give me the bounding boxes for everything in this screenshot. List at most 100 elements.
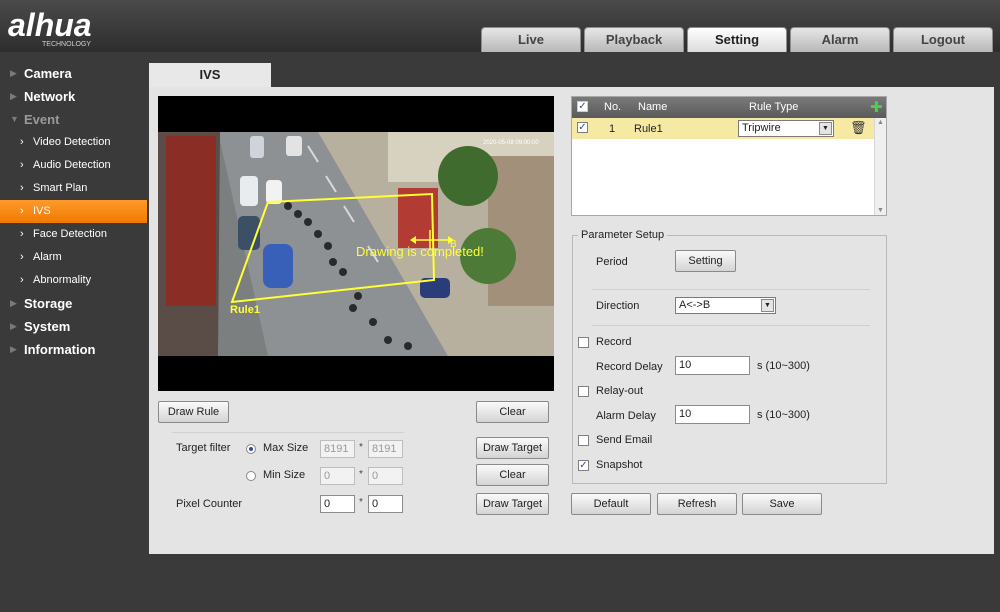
sidebar-item-system[interactable]: ▶ System: [0, 315, 148, 338]
rule-overlay-label: Rule1: [230, 304, 260, 316]
tab-alarm[interactable]: Alarm: [790, 27, 890, 52]
chevron-right-icon: ›: [20, 274, 24, 286]
add-rule-icon[interactable]: ✚: [870, 98, 883, 116]
sidebar-item-smart-plan[interactable]: › Smart Plan: [0, 177, 148, 200]
alarm-delay-label: Alarm Delay: [596, 410, 656, 422]
draw-rule-button[interactable]: Draw Rule: [158, 401, 229, 423]
record-delay-input[interactable]: 10: [675, 356, 750, 375]
select-all-checkbox[interactable]: ✓: [577, 101, 588, 112]
sidebar-item-audio-detection[interactable]: › Audio Detection: [0, 154, 148, 177]
scroll-down-icon[interactable]: ▼: [877, 207, 884, 214]
rule-table-scrollbar[interactable]: ▲ ▼: [874, 118, 886, 215]
table-row[interactable]: ✓ 1 Rule1 Tripwire ▼ 🗑: [572, 118, 874, 139]
svg-text:2020-05-08 09:00:00: 2020-05-08 09:00:00: [483, 140, 539, 146]
save-button[interactable]: Save: [742, 493, 822, 515]
triangle-right-icon: ▶: [10, 321, 17, 331]
page-tab-ivs[interactable]: IVS: [149, 63, 271, 87]
send-email-checkbox[interactable]: [578, 435, 589, 446]
sidebar-item-abnormality[interactable]: › Abnormality: [0, 269, 148, 292]
clear-rule-button[interactable]: Clear: [476, 401, 549, 423]
alarm-delay-range: s (10~300): [757, 409, 810, 421]
target-filter-label: Target filter: [176, 442, 231, 454]
multiply-sign: *: [359, 442, 363, 453]
pixel-counter-label: Pixel Counter: [176, 498, 243, 510]
direction-select[interactable]: A<->B ▼: [675, 297, 776, 314]
rule-row-checkbox[interactable]: ✓: [577, 122, 588, 133]
record-delay-label: Record Delay: [596, 361, 663, 373]
sidebar-item-face-detection[interactable]: › Face Detection: [0, 223, 148, 246]
draw-target-max-button[interactable]: Draw Target: [476, 437, 549, 459]
alarm-delay-input[interactable]: 10: [675, 405, 750, 424]
period-label: Period: [596, 256, 628, 268]
period-setting-button[interactable]: Setting: [675, 250, 736, 272]
chevron-right-icon: ›: [20, 205, 24, 217]
trash-icon[interactable]: 🗑: [850, 120, 867, 136]
relay-out-label: Relay-out: [596, 385, 644, 397]
triangle-right-icon: ▶: [10, 91, 17, 101]
sidebar-item-alarm[interactable]: › Alarm: [0, 246, 148, 269]
draw-target-pixel-button[interactable]: Draw Target: [476, 493, 549, 515]
record-label: Record: [596, 336, 632, 348]
tab-live[interactable]: Live: [481, 27, 581, 52]
rule-no: 1: [609, 123, 616, 135]
rule-type-select[interactable]: Tripwire ▼: [738, 120, 834, 137]
default-button[interactable]: Default: [571, 493, 651, 515]
drawing-status-text: Drawing is completed!: [356, 244, 484, 259]
pixel-height-input[interactable]: 0: [368, 495, 403, 513]
triangle-right-icon: ▶: [10, 344, 17, 354]
tab-setting[interactable]: Setting: [687, 27, 787, 52]
sidebar-item-storage[interactable]: ▶ Storage: [0, 292, 148, 315]
sidebar: ▶ Camera ▶ Network ▼ Event › Video Detection…: [0, 62, 148, 361]
chevron-right-icon: ›: [20, 136, 24, 148]
snapshot-checkbox[interactable]: ✓: [578, 460, 589, 471]
rule-table-header: ✓ No. Name Rule Type ✚: [572, 97, 886, 118]
scroll-up-icon[interactable]: ▲: [877, 119, 884, 126]
col-name: Name: [638, 101, 668, 113]
multiply-sign: *: [359, 497, 363, 508]
tab-playback[interactable]: Playback: [584, 27, 684, 52]
clear-target-button[interactable]: Clear: [476, 464, 549, 486]
col-rule-type: Rule Type: [749, 101, 799, 113]
triangle-right-icon: ▶: [10, 298, 17, 308]
snapshot-label: Snapshot: [596, 459, 643, 471]
multiply-sign: *: [359, 469, 363, 480]
sidebar-item-video-detection[interactable]: › Video Detection: [0, 131, 148, 154]
sidebar-item-camera[interactable]: ▶ Camera: [0, 62, 148, 85]
triangle-right-icon: ▶: [10, 68, 17, 78]
max-size-label: Max Size: [263, 442, 309, 454]
chevron-down-icon: ▼: [819, 122, 832, 135]
chevron-right-icon: ›: [20, 159, 24, 171]
max-height-input[interactable]: 8191: [368, 440, 403, 458]
header-bar: alhua TECHNOLOGY Live Playback Setting A…: [0, 0, 1000, 52]
chevron-right-icon: ›: [20, 251, 24, 263]
refresh-button[interactable]: Refresh: [657, 493, 737, 515]
record-checkbox[interactable]: [578, 337, 589, 348]
divider: [592, 325, 870, 326]
max-width-input[interactable]: 8191: [320, 440, 355, 458]
divider: [172, 432, 404, 433]
rule-table: ✓ No. Name Rule Type ✚ ✓ 1 Rule1 Tripwir…: [571, 96, 887, 216]
chevron-right-icon: ›: [20, 228, 24, 240]
direction-b-label: B: [450, 239, 457, 250]
tab-logout[interactable]: Logout: [893, 27, 993, 52]
sidebar-item-ivs[interactable]: › IVS: [0, 200, 147, 223]
svg-text:TECHNOLOGY: TECHNOLOGY: [42, 41, 91, 48]
triangle-down-icon: ▼: [10, 114, 19, 124]
sidebar-item-network[interactable]: ▶ Network: [0, 85, 148, 108]
min-width-input[interactable]: 0: [320, 467, 355, 485]
min-height-input[interactable]: 0: [368, 467, 403, 485]
pixel-width-input[interactable]: 0: [320, 495, 355, 513]
direction-label: Direction: [596, 300, 640, 312]
chevron-down-icon: ▼: [761, 299, 774, 312]
relay-out-checkbox[interactable]: [578, 386, 589, 397]
sidebar-item-information[interactable]: ▶ Information: [0, 338, 148, 361]
sidebar-item-event[interactable]: ▼ Event: [0, 108, 148, 131]
dahua-logo: alhua TECHNOLOGY: [8, 7, 92, 48]
parameter-setup-title: Parameter Setup: [578, 229, 668, 241]
max-size-radio[interactable]: [246, 444, 256, 454]
video-preview[interactable]: 2020-05-08 09:00:00 Drawing is completed…: [158, 96, 554, 391]
svg-text:alhua: alhua: [8, 7, 92, 43]
col-no: No.: [604, 101, 622, 113]
min-size-label: Min Size: [263, 469, 306, 481]
min-size-radio[interactable]: [246, 471, 256, 481]
